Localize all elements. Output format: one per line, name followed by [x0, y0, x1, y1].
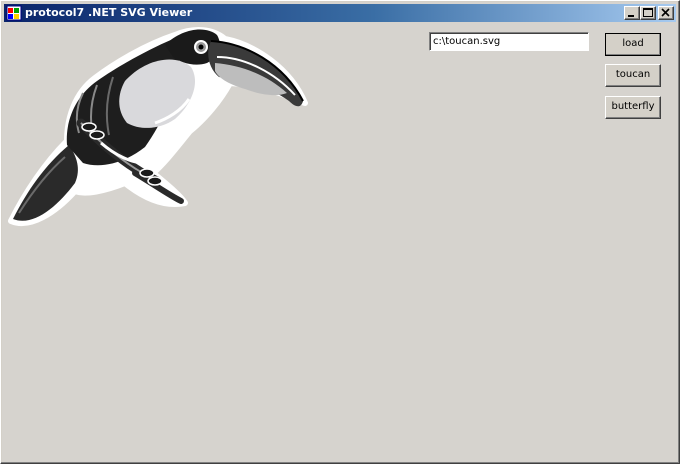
load-button[interactable]: load [605, 33, 661, 56]
window-title: protocol7 .NET SVG Viewer [25, 6, 193, 19]
toucan-illustration [8, 27, 308, 226]
svg-path-input[interactable] [429, 32, 589, 51]
close-icon [661, 8, 670, 17]
title-bar[interactable]: protocol7 .NET SVG Viewer [4, 4, 676, 22]
main-window: protocol7 .NET SVG Viewer c:\toucan.svg … [0, 0, 680, 464]
maximize-icon [643, 8, 653, 17]
butterfly-button[interactable]: butterfly [605, 96, 661, 119]
minimize-icon [628, 15, 634, 17]
close-button[interactable] [658, 6, 674, 20]
viewer-client-area: load toucan butterfly [5, 23, 675, 459]
toucan-button[interactable]: toucan [605, 64, 661, 87]
minimize-button[interactable] [624, 6, 640, 20]
maximize-button[interactable] [640, 6, 656, 20]
windows-app-icon[interactable] [6, 5, 22, 21]
